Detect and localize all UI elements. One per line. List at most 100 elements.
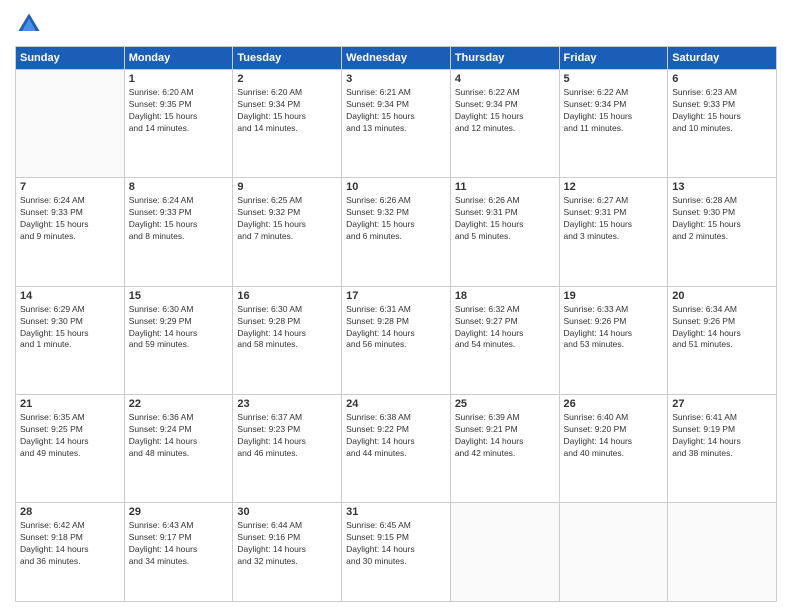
day-number: 8 [129,181,229,193]
calendar-day-cell: 3 Sunrise: 6:21 AMSunset: 9:34 PMDaylight… [342,70,451,178]
day-number: 29 [129,506,229,518]
calendar-day-cell: 17Sunrise: 6:31 AMSunset: 9:28 PMDayligh… [342,286,451,394]
calendar-day-cell [16,70,125,178]
calendar-day-cell: 15 Sunrise: 6:30 AMSunset: 9:29 PMDayligh… [124,286,233,394]
day-number: 26 [564,398,664,410]
day-number: 5 [564,73,664,85]
day-number: 25 [455,398,555,410]
day-info: Sunrise: 6:30 AMSunset: 9:29 PMDaylight:… [129,304,229,352]
day-info: Sunrise: 6:25 AMSunset: 9:32 PMDaylight:… [237,195,337,243]
day-info: Sunrise: 6:45 AMSunset: 9:15 PMDaylight:… [346,520,446,568]
calendar-day-cell [450,503,559,602]
day-info: Sunrise: 6:41 AMSunset: 9:19 PMDaylight:… [672,412,772,460]
day-number: 4 [455,73,555,85]
day-number: 1 [129,73,229,85]
calendar-body: 1Sunrise: 6:20 AMSunset: 9:35 PMDaylight… [16,70,777,602]
logo-icon [15,10,43,38]
day-info: Sunrise: 6:27 AMSunset: 9:31 PMDaylight:… [564,195,664,243]
calendar-day-cell: 19 Sunrise: 6:33 AMSunset: 9:26 PMDayligh… [559,286,668,394]
day-info: Sunrise: 6:21 AMSunset: 9:34 PMDaylight:… [346,87,446,135]
day-info: Sunrise: 6:34 AMSunset: 9:26 PMDaylight:… [672,304,772,352]
day-info: Sunrise: 6:39 AMSunset: 9:21 PMDaylight:… [455,412,555,460]
calendar-day-cell: 24 Sunrise: 6:38 AMSunset: 9:22 PMDayligh… [342,395,451,503]
day-info: Sunrise: 6:40 AMSunset: 9:20 PMDaylight:… [564,412,664,460]
weekday-header: Thursday [450,47,559,70]
day-info: Sunrise: 6:28 AMSunset: 9:30 PMDaylight:… [672,195,772,243]
calendar-day-cell: 29 Sunrise: 6:43 AMSunset: 9:17 PMDayligh… [124,503,233,602]
calendar-day-cell: 26 Sunrise: 6:40 AMSunset: 9:20 PMDayligh… [559,395,668,503]
calendar-day-cell [559,503,668,602]
day-number: 21 [20,398,120,410]
calendar-day-cell: 11 Sunrise: 6:26 AMSunset: 9:31 PMDayligh… [450,178,559,286]
day-number: 31 [346,506,446,518]
calendar-day-cell: 16Sunrise: 6:30 AMSunset: 9:28 PMDayligh… [233,286,342,394]
day-number: 7 [20,181,120,193]
day-info: Sunrise: 6:32 AMSunset: 9:27 PMDaylight:… [455,304,555,352]
day-number: 3 [346,73,446,85]
calendar-day-cell: 4 Sunrise: 6:22 AMSunset: 9:34 PMDaylight… [450,70,559,178]
day-number: 17 [346,290,446,302]
weekday-header: Sunday [16,47,125,70]
day-info: Sunrise: 6:24 AMSunset: 9:33 PMDaylight:… [20,195,120,243]
day-number: 19 [564,290,664,302]
calendar-week-row: 1Sunrise: 6:20 AMSunset: 9:35 PMDaylight… [16,70,777,178]
calendar-day-cell: 21 Sunrise: 6:35 AMSunset: 9:25 PMDayligh… [16,395,125,503]
calendar-day-cell: 10 Sunrise: 6:26 AMSunset: 9:32 PMDayligh… [342,178,451,286]
logo [15,10,45,38]
day-info: Sunrise: 6:44 AMSunset: 9:16 PMDaylight:… [237,520,337,568]
day-info: Sunrise: 6:35 AMSunset: 9:25 PMDaylight:… [20,412,120,460]
day-number: 27 [672,398,772,410]
calendar-day-cell: 9 Sunrise: 6:25 AMSunset: 9:32 PMDaylight… [233,178,342,286]
calendar-day-cell: 6 Sunrise: 6:23 AMSunset: 9:33 PMDaylight… [668,70,777,178]
calendar-day-cell: 20 Sunrise: 6:34 AMSunset: 9:26 PMDayligh… [668,286,777,394]
day-info: Sunrise: 6:26 AMSunset: 9:32 PMDaylight:… [346,195,446,243]
calendar-day-cell: 14Sunrise: 6:29 AMSunset: 9:30 PMDayligh… [16,286,125,394]
day-info: Sunrise: 6:20 AMSunset: 9:34 PMDaylight:… [237,87,337,135]
day-info: Sunrise: 6:43 AMSunset: 9:17 PMDaylight:… [129,520,229,568]
calendar-day-cell: 28Sunrise: 6:42 AMSunset: 9:18 PMDayligh… [16,503,125,602]
day-info: Sunrise: 6:23 AMSunset: 9:33 PMDaylight:… [672,87,772,135]
day-number: 11 [455,181,555,193]
day-number: 12 [564,181,664,193]
day-number: 16 [237,290,337,302]
day-number: 20 [672,290,772,302]
calendar-table: SundayMondayTuesdayWednesdayThursdayFrid… [15,46,777,602]
day-number: 10 [346,181,446,193]
day-info: Sunrise: 6:33 AMSunset: 9:26 PMDaylight:… [564,304,664,352]
calendar-day-cell: 23 Sunrise: 6:37 AMSunset: 9:23 PMDayligh… [233,395,342,503]
calendar-week-row: 21 Sunrise: 6:35 AMSunset: 9:25 PMDayligh… [16,395,777,503]
header-row: SundayMondayTuesdayWednesdayThursdayFrid… [16,47,777,70]
calendar-day-cell: 1Sunrise: 6:20 AMSunset: 9:35 PMDaylight… [124,70,233,178]
calendar-day-cell: 27 Sunrise: 6:41 AMSunset: 9:19 PMDayligh… [668,395,777,503]
day-number: 2 [237,73,337,85]
calendar-day-cell: 5 Sunrise: 6:22 AMSunset: 9:34 PMDaylight… [559,70,668,178]
weekday-header: Tuesday [233,47,342,70]
day-info: Sunrise: 6:26 AMSunset: 9:31 PMDaylight:… [455,195,555,243]
calendar-day-cell: 31 Sunrise: 6:45 AMSunset: 9:15 PMDayligh… [342,503,451,602]
calendar-week-row: 7 Sunrise: 6:24 AMSunset: 9:33 PMDaylight… [16,178,777,286]
day-number: 24 [346,398,446,410]
calendar-week-row: 28Sunrise: 6:42 AMSunset: 9:18 PMDayligh… [16,503,777,602]
day-info: Sunrise: 6:22 AMSunset: 9:34 PMDaylight:… [564,87,664,135]
calendar-day-cell: 2 Sunrise: 6:20 AMSunset: 9:34 PMDaylight… [233,70,342,178]
day-number: 14 [20,290,120,302]
calendar-day-cell: 13Sunrise: 6:28 AMSunset: 9:30 PMDayligh… [668,178,777,286]
day-info: Sunrise: 6:37 AMSunset: 9:23 PMDaylight:… [237,412,337,460]
calendar-day-cell: 25 Sunrise: 6:39 AMSunset: 9:21 PMDayligh… [450,395,559,503]
page: SundayMondayTuesdayWednesdayThursdayFrid… [0,0,792,612]
calendar-day-cell: 22Sunrise: 6:36 AMSunset: 9:24 PMDayligh… [124,395,233,503]
day-info: Sunrise: 6:42 AMSunset: 9:18 PMDaylight:… [20,520,120,568]
header [15,10,777,38]
calendar-day-cell: 7 Sunrise: 6:24 AMSunset: 9:33 PMDaylight… [16,178,125,286]
day-info: Sunrise: 6:22 AMSunset: 9:34 PMDaylight:… [455,87,555,135]
calendar-day-cell: 12 Sunrise: 6:27 AMSunset: 9:31 PMDayligh… [559,178,668,286]
day-number: 23 [237,398,337,410]
weekday-header: Friday [559,47,668,70]
day-number: 22 [129,398,229,410]
day-number: 15 [129,290,229,302]
day-number: 18 [455,290,555,302]
day-number: 9 [237,181,337,193]
day-number: 30 [237,506,337,518]
day-info: Sunrise: 6:38 AMSunset: 9:22 PMDaylight:… [346,412,446,460]
day-number: 6 [672,73,772,85]
